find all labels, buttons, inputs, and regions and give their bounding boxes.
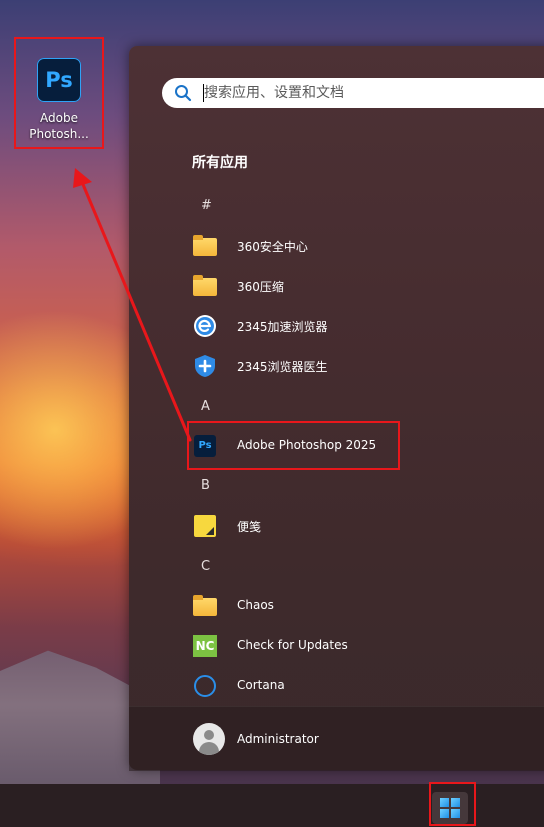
app-label: 360安全中心 (237, 240, 308, 254)
app-label: 2345加速浏览器 (237, 320, 328, 334)
folder-icon (193, 594, 217, 618)
search-bar[interactable] (162, 78, 544, 108)
app-item-360-security[interactable]: 360安全中心 (189, 229, 489, 263)
folder-icon (193, 234, 217, 258)
cortana-icon (193, 674, 217, 698)
app-item-2345-browser[interactable]: 2345加速浏览器 (189, 309, 489, 343)
start-menu: 所有应用 # 360安全中心 360压缩 2345加速浏览器 2345浏览器医生 (129, 46, 544, 771)
desktop-background: Ps Adobe Photosh... 所有应用 # 360安全中心 360压缩 (0, 0, 544, 827)
app-label: 360压缩 (237, 280, 284, 294)
browser-e-icon (194, 315, 216, 337)
highlight-box-photoshop-item (187, 421, 400, 470)
app-item-check-for-updates[interactable]: NC Check for Updates (189, 629, 489, 663)
app-label: Chaos (237, 598, 274, 612)
group-letter-a[interactable]: A (201, 399, 210, 414)
nc-icon: NC (193, 634, 217, 658)
shield-plus-icon (195, 355, 215, 377)
all-apps-heading: 所有应用 (192, 155, 248, 171)
app-label: Cortana (237, 678, 285, 692)
app-item-sticky-notes[interactable]: 便笺 (189, 509, 489, 543)
app-item-chaos[interactable]: Chaos (189, 589, 489, 623)
avatar[interactable] (193, 723, 225, 755)
app-label: Check for Updates (237, 638, 348, 652)
group-letter-c[interactable]: C (201, 559, 210, 574)
group-letter-hash[interactable]: # (201, 198, 212, 213)
highlight-box-desktop-icon (14, 37, 104, 149)
app-label: 2345浏览器医生 (237, 360, 328, 374)
user-name[interactable]: Administrator (237, 732, 319, 746)
folder-icon (193, 274, 217, 298)
group-letter-b[interactable]: B (201, 478, 210, 493)
app-label: 便笺 (237, 520, 262, 534)
sticky-notes-icon (193, 514, 217, 538)
search-input[interactable] (204, 83, 544, 103)
highlight-box-start-button (429, 782, 476, 826)
search-icon (175, 85, 192, 102)
user-bar: Administrator (129, 706, 544, 771)
app-item-360-zip[interactable]: 360压缩 (189, 269, 489, 303)
app-item-cortana[interactable]: Cortana (189, 669, 489, 703)
app-item-2345-browser-doctor[interactable]: 2345浏览器医生 (189, 349, 489, 383)
